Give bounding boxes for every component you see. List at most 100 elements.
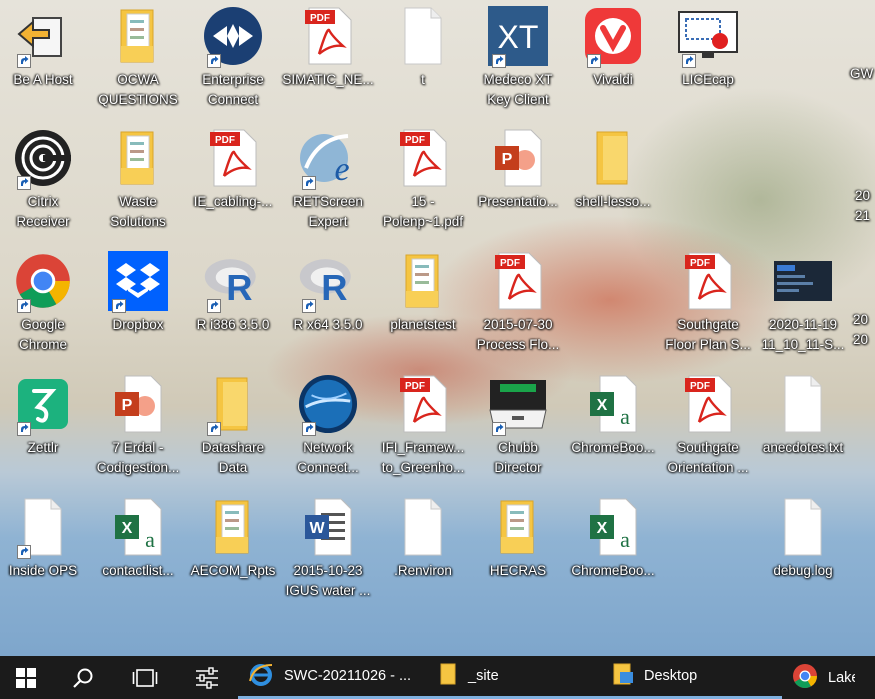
- desktop-icon[interactable]: Xa contactlist...: [91, 495, 185, 613]
- desktop-icon[interactable]: R R i386 3.5.0: [186, 249, 280, 367]
- desktop-icon[interactable]: Enterprise Connect: [186, 4, 280, 122]
- desktop-icon-label: 2015-07-30 Process Flo...: [476, 317, 560, 352]
- folder-icon: [583, 128, 643, 188]
- desktop-icon[interactable]: anecdotes.txt: [756, 372, 850, 490]
- desktop-icon-label: LICEcap: [682, 72, 734, 87]
- excel-icon: Xa: [583, 497, 643, 557]
- svg-text:PDF: PDF: [690, 381, 710, 392]
- desktop-icon-label: AECOM_Rpts: [190, 563, 276, 578]
- folder-docs-icon: [108, 128, 168, 188]
- desktop-icon[interactable]: PDF IFI_Framew... to_Greenho...: [376, 372, 470, 490]
- desktop-icon[interactable]: PDF SIMATIC_NE...: [281, 4, 375, 122]
- svg-text:PDF: PDF: [405, 135, 425, 146]
- desktop-icon[interactable]: Xa ChromeBoo...: [566, 495, 660, 613]
- taskbar-app-chrome[interactable]: Lake C: [782, 656, 855, 699]
- shortcut-arrow-icon: [302, 176, 316, 190]
- desktop-icon[interactable]: .Renviron: [376, 495, 470, 613]
- folder-docs-icon: [203, 497, 263, 557]
- windows-start-icon[interactable]: [0, 656, 52, 699]
- desktop-icon-label: Enterprise Connect: [202, 72, 264, 107]
- desktop-icon-label: IE_cabling-...: [193, 194, 273, 209]
- excel-icon: Xa: [108, 497, 168, 557]
- desktop-icon[interactable]: Waste Solutions: [91, 126, 185, 244]
- svg-text:X: X: [597, 520, 608, 537]
- svg-text:e: e: [334, 151, 349, 188]
- word-icon: W: [298, 497, 358, 557]
- svg-text:PDF: PDF: [215, 135, 235, 146]
- desktop-icon-label: contactlist...: [102, 563, 174, 578]
- desktop-icon[interactable]: Vivaldi: [566, 4, 660, 122]
- desktop-icon[interactable]: debug.log: [756, 495, 850, 613]
- desktop-icon[interactable]: LICEcap: [661, 4, 755, 122]
- taskbar-app-label: Lake C: [828, 669, 855, 686]
- desktop: Be A Host OCWA QUESTIONS Enterprise Connec…: [0, 0, 875, 656]
- desktop-icon[interactable]: PDF 15 - Polenp~1.pdf: [376, 126, 470, 244]
- enterprise-connect-icon: [203, 6, 263, 68]
- desktop-icon[interactable]: e RETScreen Expert: [281, 126, 375, 244]
- desktop-icon[interactable]: W 2015-10-23 IGUS water ...: [281, 495, 375, 613]
- taskbar-app-internet-explorer[interactable]: SWC-20211026 - ...: [238, 656, 428, 699]
- desktop-icon[interactable]: P 7 Erdal - Codigestion...: [91, 372, 185, 490]
- desktop-icon[interactable]: PDF Southgate Orientation ...: [661, 372, 755, 490]
- desktop-icon-label: .Renviron: [394, 563, 452, 578]
- pdf-icon: PDF: [393, 128, 453, 188]
- desktop-icon[interactable]: HECRAS: [471, 495, 565, 613]
- taskbar-app-label: SWC-20211026 - ...: [284, 668, 412, 684]
- desktop-icon-label: IFI_Framew... to_Greenho...: [381, 440, 465, 475]
- chubb-director-icon: [488, 374, 548, 436]
- svg-text:PDF: PDF: [310, 13, 330, 24]
- desktop-icon-label: Chubb Director: [494, 440, 542, 475]
- taskbar-app-desktop-folder[interactable]: Desktop: [602, 656, 782, 699]
- desktop-icon-label: Southgate Floor Plan S...: [665, 317, 751, 352]
- desktop-icon-label: 2015-10-23 IGUS water ...: [285, 563, 371, 598]
- desktop-icon[interactable]: PDF IE_cabling-...: [186, 126, 280, 244]
- desktop-icon[interactable]: P Presentatio...: [471, 126, 565, 244]
- desktop-icon-label: shell-lesso...: [575, 194, 651, 209]
- desktop-icon[interactable]: Xa ChromeBoo...: [566, 372, 660, 490]
- desktop-icon[interactable]: Dropbox: [91, 249, 185, 367]
- taskbar-app-site-folder[interactable]: _site: [428, 656, 602, 699]
- desktop-icon[interactable]: Google Chrome: [0, 249, 90, 367]
- network-connect-icon: [298, 374, 358, 436]
- desktop-icon-label: t: [421, 72, 425, 87]
- desktop-icon[interactable]: Citrix Receiver: [0, 126, 90, 244]
- desktop-icon[interactable]: Chubb Director: [471, 372, 565, 490]
- desktop-icon-label: SIMATIC_NE...: [282, 72, 374, 87]
- desktop-icon-label: Southgate Orientation ...: [667, 440, 749, 475]
- svg-text:a: a: [620, 404, 630, 429]
- desktop-icon-label: Vivaldi: [593, 72, 633, 87]
- search-icon[interactable]: [52, 656, 114, 699]
- powerpoint-icon: P: [108, 374, 168, 434]
- desktop-icon[interactable]: Inside OPS: [0, 495, 90, 613]
- desktop-icon-label-partial[interactable]: GW: [850, 64, 875, 84]
- desktop-icon[interactable]: OCWA QUESTIONS: [91, 4, 185, 122]
- desktop-icon[interactable]: PDF 2015-07-30 Process Flo...: [471, 249, 565, 367]
- desktop-icon-label: Dropbox: [112, 317, 164, 332]
- task-view-icon[interactable]: [114, 656, 176, 699]
- desktop-icon[interactable]: Be A Host: [0, 4, 90, 122]
- desktop-icon[interactable]: R R x64 3.5.0: [281, 249, 375, 367]
- desktop-icon[interactable]: Zettlr: [0, 372, 90, 490]
- desktop-icon[interactable]: 2020-11-19 11_10_11-S...: [756, 249, 850, 367]
- desktop-icon-label: anecdotes.txt: [762, 440, 844, 455]
- svg-text:R: R: [321, 267, 347, 308]
- desktop-icon[interactable]: shell-lesso...: [566, 126, 660, 244]
- desktop-icon-label: Presentatio...: [478, 194, 558, 209]
- taskbar-app-label: _site: [468, 668, 499, 684]
- desktop-icon-label: Citrix Receiver: [16, 194, 70, 229]
- desktop-icon[interactable]: Network Connect...: [281, 372, 375, 490]
- desktop-icon-label-partial[interactable]: 20 21: [855, 186, 875, 226]
- desktop-icon-label-partial[interactable]: 20 20: [853, 310, 875, 350]
- desktop-icon[interactable]: PDF Southgate Floor Plan S...: [661, 249, 755, 367]
- shortcut-arrow-icon: [492, 54, 506, 68]
- taskbar-app-label: Desktop: [644, 668, 698, 684]
- desktop-icon-label: Zettlr: [27, 440, 59, 455]
- desktop-icon[interactable]: planetstest: [376, 249, 470, 367]
- sliders-icon[interactable]: [176, 656, 238, 699]
- desktop-icon[interactable]: XT Medeco XT Key Client: [471, 4, 565, 122]
- shortcut-arrow-icon: [587, 54, 601, 68]
- desktop-icon[interactable]: AECOM_Rpts: [186, 495, 280, 613]
- desktop-icon[interactable]: Datashare Data: [186, 372, 280, 490]
- zettlr-icon: [13, 374, 73, 436]
- desktop-icon[interactable]: t: [376, 4, 470, 122]
